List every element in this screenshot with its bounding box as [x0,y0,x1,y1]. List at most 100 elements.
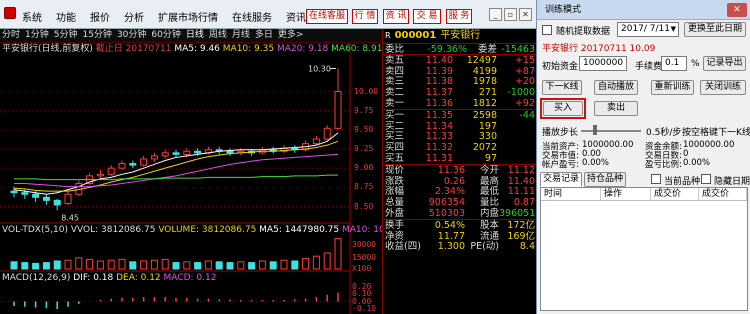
candle-body-0 [10,190,18,194]
main-menu: 系统功能报价分析扩展市场行情在线服务资讯工具 [22,9,340,24]
vol-bar-26 [291,260,299,270]
buy-button[interactable]: 买入 [543,101,583,116]
asks-label-4: 卖一 [385,97,405,109]
bids-chg-1 [497,121,535,132]
stats2-v2-2: 8.4 [519,241,535,253]
minimize-icon[interactable]: _ [489,8,502,21]
price-tick-1: 9.75 [354,105,374,115]
period-tab-10[interactable]: 更多> [278,29,304,42]
chart-area[interactable]: 10.30 8.45 平安银行(日线,前复权) 截止日 20170711 MA5:… [0,43,408,314]
stats-l2-3: 量比 [479,197,499,209]
menu-item-1[interactable]: 功能 [56,9,76,24]
period-tab-8[interactable]: 月线 [232,29,250,42]
asks-chg-4: +92 [514,97,535,109]
weicha-value: -15463 [501,44,535,55]
r-badge: R [385,31,391,40]
change-date-button[interactable]: 更换至此日期 [684,22,746,37]
account-cell-2-0: 帐户盈亏: [542,160,579,170]
bids-chg-2 [497,131,535,142]
fee-input[interactable]: 0.1 [661,56,687,71]
period-tab-2[interactable]: 5分钟 [54,29,78,42]
step-label: 播放步长 [542,128,579,138]
next-k-button[interactable]: 下一K线 [542,80,582,95]
period-tab-0[interactable]: 分时 [2,29,20,42]
init-fund-input[interactable]: 1000000 [579,56,627,71]
candle-body-30 [334,91,342,129]
percent-label: % [691,59,700,69]
export-button[interactable]: 记录导出 [703,56,746,71]
stats2-v1-1: 11.77 [437,230,465,242]
stock-code: 000001 [394,30,437,41]
bids-label-1: 买二 [385,120,405,132]
hide-trade-checkbox[interactable] [701,174,711,184]
toolbar-button-2[interactable]: 资 讯 [383,9,409,24]
period-tab-1[interactable]: 1分钟 [25,29,49,42]
stats2-l2-0: 股本 [479,219,499,231]
asks-label-0: 卖五 [385,54,405,66]
restore-icon[interactable]: ▫ [504,8,517,21]
step-slider-track[interactable] [581,130,641,132]
autoplay-button[interactable]: 自动播放 [594,80,638,95]
menu-item-3[interactable]: 分析 [124,9,144,24]
stats-l2-0: 今开 [479,164,499,176]
tab-trade-records[interactable]: 交易记录 [540,172,582,187]
tab-holdings[interactable]: 持仓品种 [584,172,626,187]
asks-row-3: 卖二 11.37 271 -1000 [383,87,536,98]
toolbar-button-0[interactable]: 在线客服 [306,9,348,24]
trade-list[interactable]: 时间 操作 成交价 成交价 [540,187,748,311]
menu-item-2[interactable]: 报价 [90,9,110,24]
stats-row-3: 总量 906354 量比 0.87 [383,197,536,208]
retrain-button[interactable]: 重新训练 [651,80,694,95]
vol-tick-1: 15000 [352,253,377,262]
vol-bar-29 [323,252,331,270]
stats2-row-2: 收益(四) 1.300 PE(动) 8.4 [383,241,536,252]
period-tab-5[interactable]: 60分钟 [151,29,180,42]
asks-chg-2: +20 [514,76,535,88]
vol-bar-15 [172,262,180,270]
vol-bar-9 [107,259,115,270]
period-tab-7[interactable]: 周线 [209,29,227,42]
vol-bar-6 [75,257,83,270]
account-cell-2-2: 盈亏比例: [645,160,682,170]
toolbar-button-4[interactable]: 服 务 [446,9,472,24]
vol-bar-18 [204,260,212,270]
step-slider-thumb[interactable] [593,125,597,135]
vol-bar-14 [161,258,169,270]
stats-v1-3: 906354 [428,197,465,209]
date-select[interactable]: 2017/ 7/11 ▼ [617,22,679,37]
vol-bar-7 [86,258,94,270]
close-train-button[interactable]: 关闭训练 [700,80,746,95]
quote-panel: R 000001 平安银行 委比 -59.36% 委差 -15463 卖五 11.… [382,29,536,314]
account-cell-2-1: 0.00% [582,158,610,168]
period-tab-4[interactable]: 30分钟 [117,29,146,42]
toolbar-button-3[interactable]: 交 易 [413,9,441,24]
candle-body-2 [32,193,40,198]
bids-chg-4 [497,153,535,164]
period-tab-3[interactable]: 15分钟 [82,29,111,42]
asks-price-4: 11.36 [425,97,453,109]
space-hint: 按空格键下一K线 [682,128,750,138]
bids-chg-3 [497,142,535,153]
period-tab-6[interactable]: 日线 [186,29,204,42]
menu-item-6[interactable]: 资讯 [286,9,306,24]
period-tab-9[interactable]: 多日 [255,29,273,42]
asks-chg-3: -1000 [507,87,535,99]
dialog-close-button[interactable]: ✕ [727,3,747,17]
toolbar-button-1[interactable]: 行 情 [352,9,378,24]
sell-button[interactable]: 卖出 [594,101,638,116]
menu-item-5[interactable]: 在线服务 [232,9,272,24]
vol-bar-8 [96,260,104,270]
menu-item-4[interactable]: 扩展市场行情 [158,9,218,24]
menu-item-0[interactable]: 系统 [22,9,42,24]
price-tick-4: 9.00 [354,163,374,173]
stats2-l1-2: 收益(四) [385,241,421,253]
bids-row-1: 买二 11.34 197 [383,121,536,132]
current-only-checkbox[interactable] [651,174,661,184]
candle-body-13 [150,155,158,160]
macd-title: MACD(12,26,9) [2,273,71,283]
vol-tick-2: X100 [352,264,372,273]
bids-vol-1: 197 [478,120,497,132]
random-checkbox[interactable] [542,25,552,35]
close-icon[interactable]: ✕ [519,8,532,21]
bids-label-2: 买三 [385,131,405,143]
